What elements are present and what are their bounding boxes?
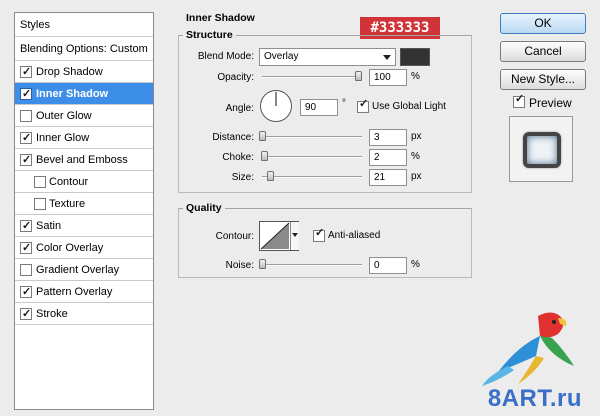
style-item-inner-glow[interactable]: Inner Glow <box>15 127 153 149</box>
style-item-label: Outer Glow <box>36 110 92 122</box>
use-global-light-checkbox[interactable] <box>357 97 369 113</box>
distance-unit: px <box>411 131 422 142</box>
styles-list-panel: Styles Blending Options: Custom Drop Sha… <box>14 12 154 410</box>
style-item-inner-shadow[interactable]: Inner Shadow <box>15 83 153 105</box>
choke-label: Choke: <box>222 152 254 163</box>
style-item-label: Inner Glow <box>36 132 90 144</box>
style-item-satin[interactable]: Satin <box>15 215 153 237</box>
cancel-button[interactable]: Cancel <box>500 41 586 62</box>
choke-slider-thumb[interactable] <box>260 151 268 161</box>
style-item-checkbox[interactable] <box>20 215 32 237</box>
site-watermark: 8ART.ru <box>487 385 582 412</box>
distance-slider-thumb[interactable] <box>259 131 266 141</box>
style-preview-thumbnail <box>509 116 573 182</box>
noise-label: Noise: <box>225 260 254 271</box>
noise-unit: % <box>411 259 420 270</box>
blend-mode-select[interactable]: Overlay <box>259 48 396 66</box>
preview-swatch <box>523 132 561 168</box>
styles-header-label: Styles <box>20 19 50 31</box>
style-item-label: Inner Shadow <box>36 88 109 100</box>
chevron-down-icon <box>383 55 391 60</box>
style-item-label: Stroke <box>36 308 68 320</box>
blend-mode-label: Blend Mode: <box>197 51 254 62</box>
size-field[interactable]: 21 <box>369 169 407 186</box>
style-item-checkbox[interactable] <box>20 83 32 105</box>
blending-options-item[interactable]: Blending Options: Custom <box>15 37 153 61</box>
use-global-light-label: Use Global Light <box>372 101 446 112</box>
opacity-unit: % <box>411 71 420 82</box>
preview-checkbox[interactable] <box>513 92 525 108</box>
quality-title: Quality <box>183 202 225 214</box>
style-item-contour[interactable]: Contour <box>15 171 153 193</box>
opacity-slider-thumb[interactable] <box>355 71 362 81</box>
style-item-label: Bevel and Emboss <box>36 154 128 166</box>
preview-label: Preview <box>529 96 572 110</box>
new-style-button[interactable]: New Style... <box>500 69 586 90</box>
shadow-color-swatch[interactable] <box>400 48 430 66</box>
anti-aliased-label: Anti-aliased <box>328 230 381 241</box>
size-unit: px <box>411 171 422 182</box>
contour-picker[interactable] <box>259 221 299 251</box>
distance-label: Distance: <box>212 132 254 143</box>
opacity-label: Opacity: <box>217 72 254 83</box>
style-item-stroke[interactable]: Stroke <box>15 303 153 325</box>
inner-shadow-title: Inner Shadow <box>183 12 258 24</box>
structure-title: Structure <box>183 29 236 41</box>
style-item-label: Gradient Overlay <box>36 264 120 276</box>
style-item-label: Satin <box>36 220 62 232</box>
style-item-bevel-and-emboss[interactable]: Bevel and Emboss <box>15 149 153 171</box>
angle-label: Angle: <box>225 103 254 114</box>
style-item-color-overlay[interactable]: Color Overlay <box>15 237 153 259</box>
choke-unit: % <box>411 151 420 162</box>
contour-curve-icon <box>260 222 290 250</box>
styles-header[interactable]: Styles <box>15 13 153 37</box>
style-item-checkbox[interactable] <box>20 264 32 276</box>
style-item-checkbox[interactable] <box>34 198 46 210</box>
blending-options-label: Blending Options: Custom <box>20 43 148 55</box>
style-item-texture[interactable]: Texture <box>15 193 153 215</box>
noise-slider-thumb[interactable] <box>259 259 266 269</box>
style-item-label: Color Overlay <box>36 242 104 254</box>
style-item-checkbox[interactable] <box>20 281 32 303</box>
distance-slider-track[interactable] <box>262 136 362 138</box>
contour-label: Contour: <box>215 231 254 242</box>
style-item-checkbox[interactable] <box>20 303 32 325</box>
opacity-slider-track[interactable] <box>262 76 362 78</box>
style-item-pattern-overlay[interactable]: Pattern Overlay <box>15 281 153 303</box>
angle-dial[interactable] <box>259 89 293 123</box>
size-label: Size: <box>231 172 254 183</box>
style-item-label: Drop Shadow <box>36 66 103 78</box>
size-slider-track[interactable] <box>262 176 362 178</box>
style-item-checkbox[interactable] <box>20 149 32 171</box>
style-item-label: Contour <box>49 176 89 188</box>
size-slider-thumb[interactable] <box>267 171 275 181</box>
ok-button[interactable]: OK <box>500 13 586 34</box>
style-item-checkbox[interactable] <box>20 237 32 259</box>
choke-slider-track[interactable] <box>262 156 362 158</box>
noise-slider-track[interactable] <box>262 264 362 266</box>
blend-mode-value: Overlay <box>264 51 299 62</box>
contour-dropdown[interactable] <box>290 222 299 250</box>
style-item-checkbox[interactable] <box>20 110 32 122</box>
style-item-checkbox[interactable] <box>20 61 32 83</box>
opacity-field[interactable]: 100 <box>369 69 407 86</box>
style-item-checkbox[interactable] <box>20 127 32 149</box>
angle-dial-icon <box>260 90 292 122</box>
chevron-down-icon <box>292 233 298 237</box>
style-item-outer-glow[interactable]: Outer Glow <box>15 105 153 127</box>
style-item-gradient-overlay[interactable]: Gradient Overlay <box>15 259 153 281</box>
style-item-label: Pattern Overlay <box>36 286 113 298</box>
style-item-drop-shadow[interactable]: Drop Shadow <box>15 61 153 83</box>
angle-unit: ° <box>342 98 346 109</box>
distance-field[interactable]: 3 <box>369 129 407 146</box>
noise-field[interactable]: 0 <box>369 257 407 274</box>
style-item-checkbox[interactable] <box>34 176 46 188</box>
parrot-logo-icon <box>482 312 574 386</box>
choke-field[interactable]: 2 <box>369 149 407 166</box>
style-item-label: Texture <box>49 198 86 210</box>
anti-aliased-checkbox[interactable] <box>313 226 325 242</box>
angle-field[interactable]: 90 <box>300 99 338 116</box>
